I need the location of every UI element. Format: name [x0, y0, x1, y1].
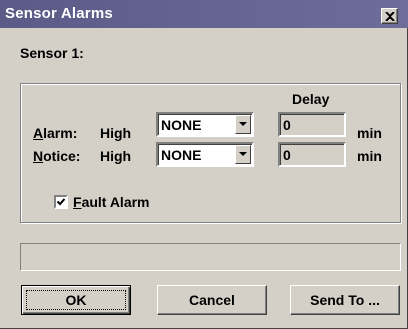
- chevron-down-icon: [239, 152, 247, 156]
- notice-level-label: High: [100, 148, 132, 164]
- alarm-delay-unit: min: [357, 125, 382, 141]
- fault-alarm-checkbox[interactable]: [54, 195, 68, 209]
- alarm-label: Alarm:: [33, 125, 78, 141]
- ok-button[interactable]: OK: [21, 285, 131, 315]
- notice-delay-field[interactable]: 0: [278, 142, 346, 167]
- cancel-button-label: Cancel: [189, 292, 235, 308]
- send-to-button[interactable]: Send To ...: [290, 285, 400, 315]
- sensor-alarms-dialog: Sensor Alarms Sensor 1: Delay Alarm: Hig…: [0, 0, 408, 329]
- close-icon: [385, 12, 395, 21]
- fault-alarm-label[interactable]: Fault Alarm: [73, 194, 150, 210]
- alarm-delay-value: 0: [283, 117, 291, 133]
- cancel-button[interactable]: Cancel: [157, 285, 267, 315]
- alarm-type-value: NONE: [161, 117, 202, 133]
- alarm-type-select[interactable]: NONE: [156, 112, 254, 137]
- window-title: Sensor Alarms: [5, 5, 113, 22]
- notice-delay-unit: min: [357, 148, 382, 164]
- notice-delay-value: 0: [283, 147, 291, 163]
- title-bar: Sensor Alarms: [0, 0, 408, 28]
- delay-header: Delay: [292, 91, 330, 107]
- alarm-level-label: High: [100, 125, 132, 141]
- checkmark-icon: [56, 198, 66, 206]
- status-panel: [20, 243, 401, 271]
- close-button[interactable]: [381, 8, 398, 24]
- send-to-button-label: Send To ...: [310, 292, 380, 308]
- chevron-down-icon: [239, 122, 247, 126]
- notice-label: Notice:: [33, 148, 81, 164]
- focus-rect: [26, 290, 126, 310]
- notice-type-value: NONE: [161, 147, 202, 163]
- alarm-type-dropdown-button[interactable]: [235, 115, 251, 134]
- notice-type-dropdown-button[interactable]: [235, 145, 251, 164]
- sensor-label: Sensor 1:: [20, 45, 84, 61]
- alarm-delay-field[interactable]: 0: [278, 112, 346, 137]
- notice-type-select[interactable]: NONE: [156, 142, 254, 167]
